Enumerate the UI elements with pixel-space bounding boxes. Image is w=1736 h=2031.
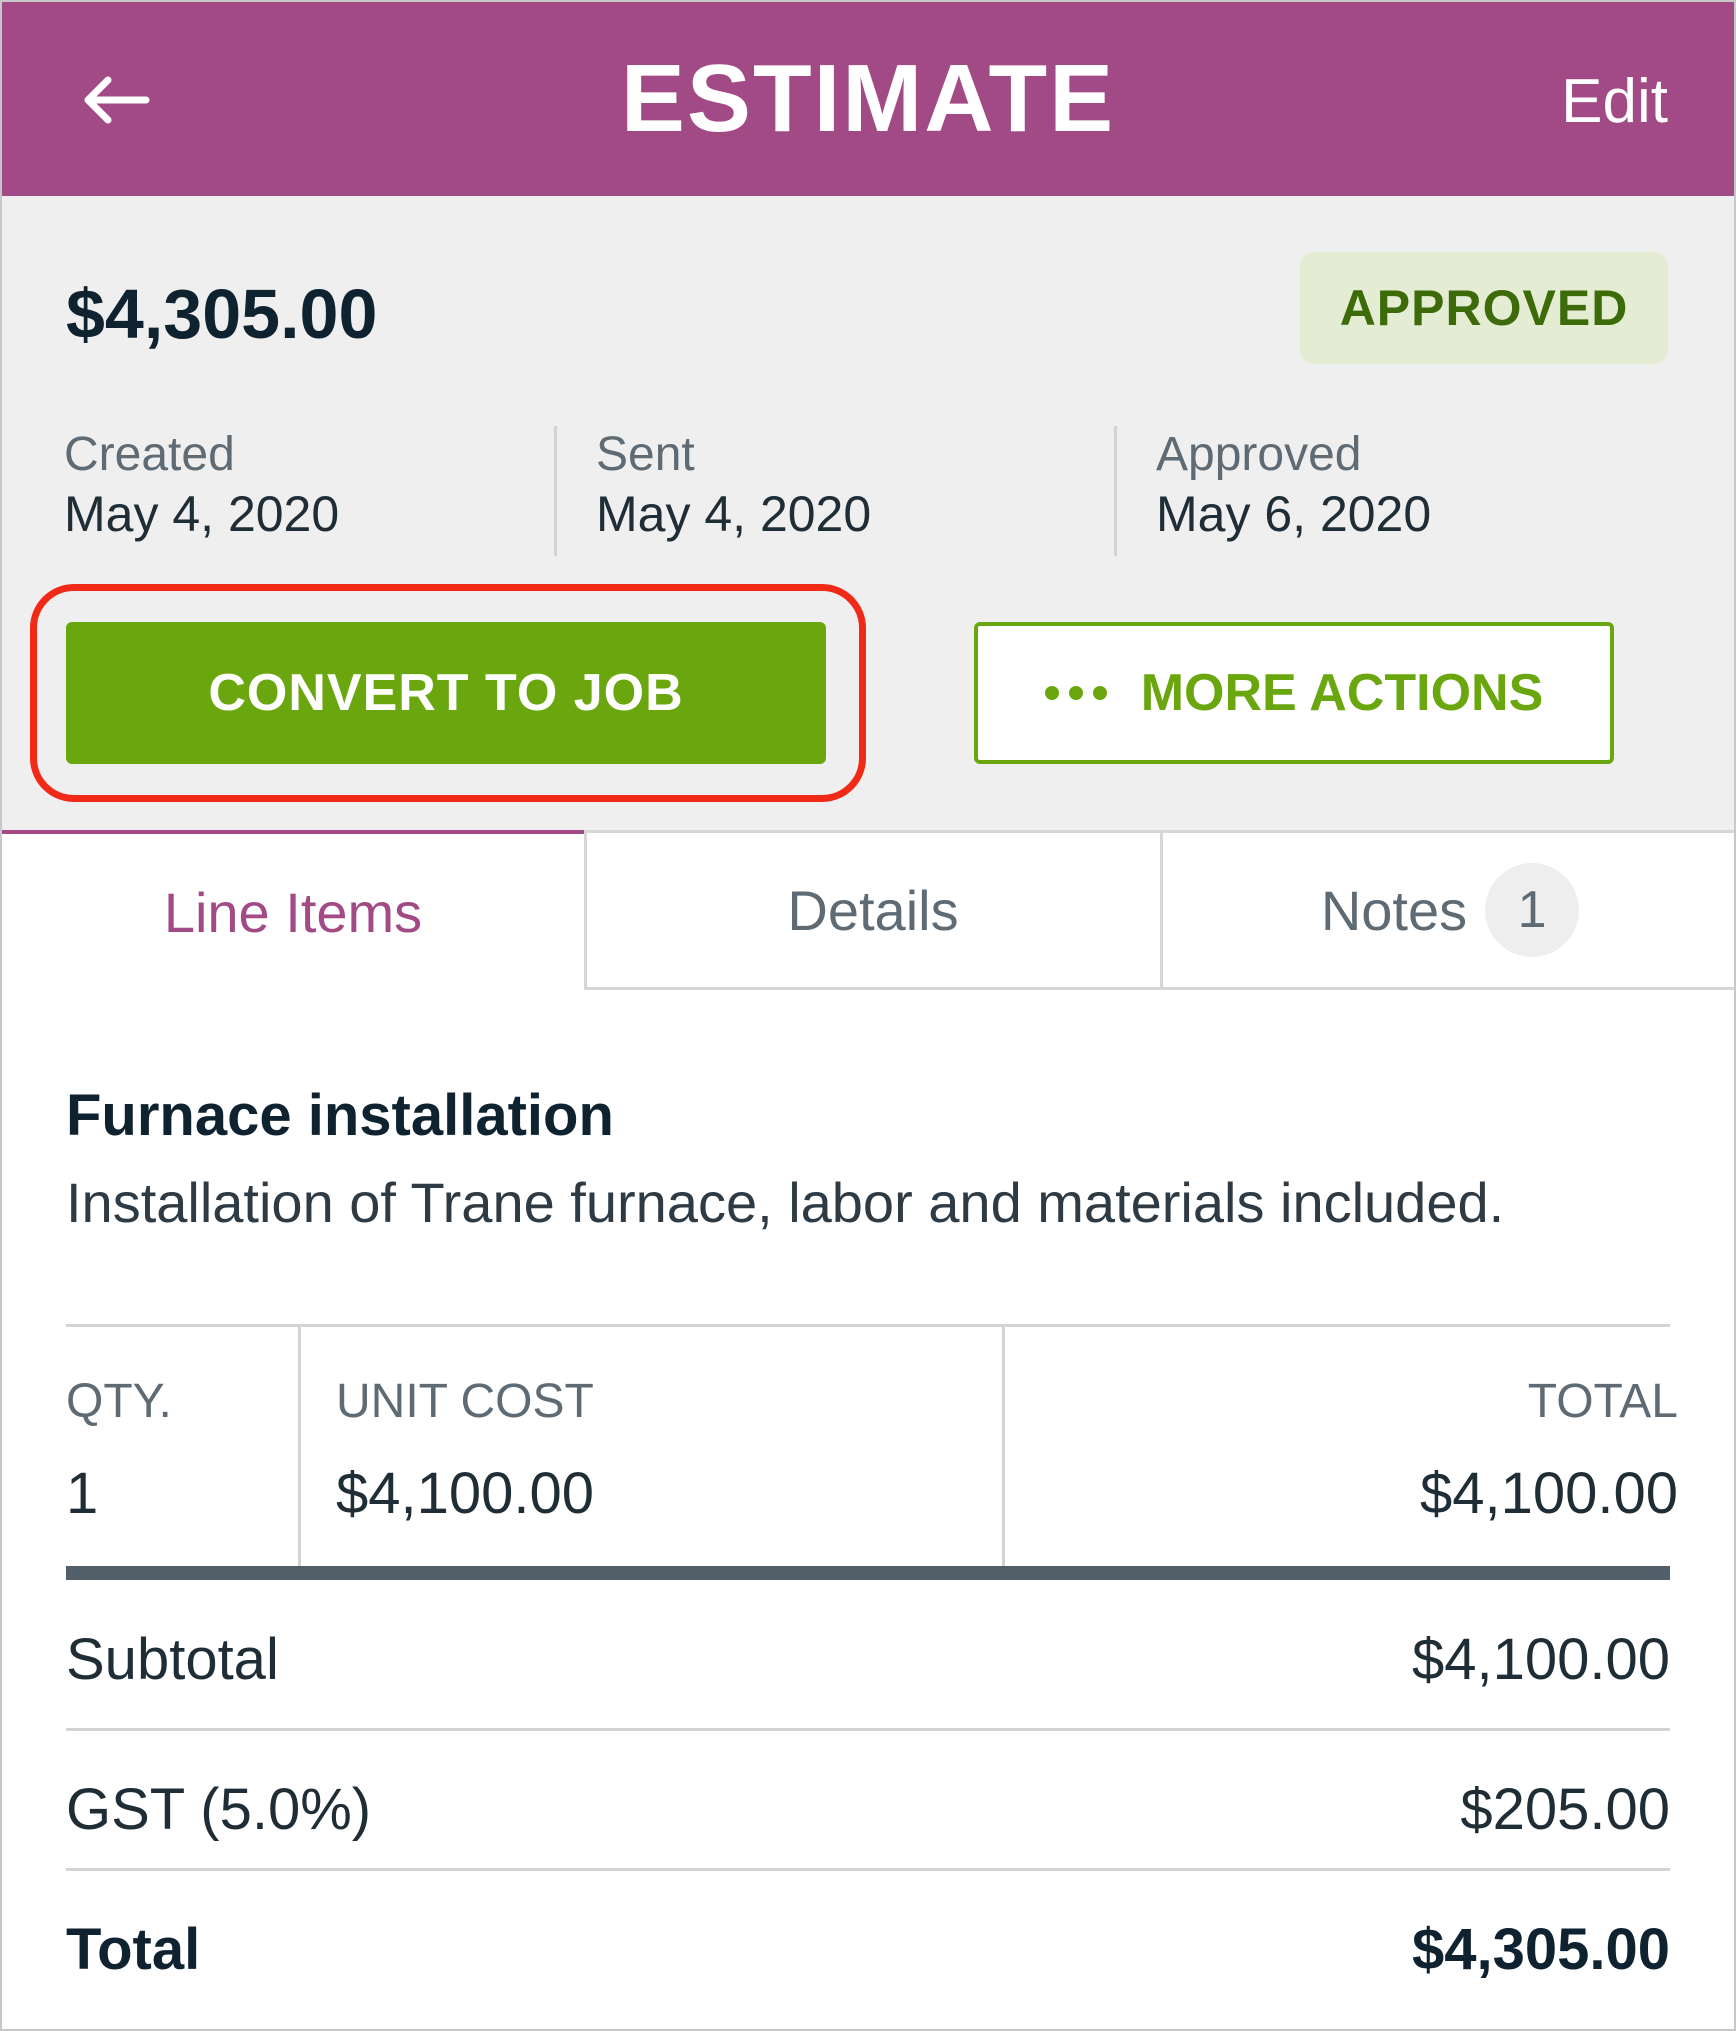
unit-cost-header: UNIT COST <box>336 1375 594 1428</box>
table-bottom-rule <box>66 1566 1670 1580</box>
page-title: ESTIMATE <box>620 45 1116 152</box>
tab-label: Details <box>787 878 959 942</box>
edit-button[interactable]: Edit <box>1561 62 1668 142</box>
table-column-divider <box>298 1327 301 1566</box>
estimate-summary: $4,305.00 APPROVED Created May 4, 2020 S… <box>2 196 1734 830</box>
line-item-description: Installation of Trane furnace, labor and… <box>66 1171 1505 1234</box>
date-divider <box>554 426 557 556</box>
date-divider <box>1114 426 1117 556</box>
total-label: Total <box>66 1917 201 1982</box>
date-approved: Approved May 6, 2020 <box>1156 426 1431 556</box>
tab-top-border <box>584 830 1734 833</box>
date-sent: Sent May 4, 2020 <box>596 426 871 556</box>
notes-count-badge: 1 <box>1485 863 1580 957</box>
table-top-border <box>66 1324 1670 1327</box>
tab-label: Notes <box>1320 878 1468 942</box>
subtotal-row: Subtotal $4,100.00 <box>66 1626 1670 1756</box>
tab-bottom-border <box>584 987 1734 990</box>
date-value: May 4, 2020 <box>64 486 340 542</box>
more-dots-icon <box>1044 686 1107 700</box>
tax-row: GST (5.0%) $205.00 <box>66 1776 1670 1906</box>
unit-cost-value: $4,100.00 <box>336 1461 595 1526</box>
date-value: May 6, 2020 <box>1156 486 1432 542</box>
date-created: Created May 4, 2020 <box>64 426 339 556</box>
subtotal-label: Subtotal <box>66 1627 279 1692</box>
tab-divider <box>584 830 587 990</box>
tab-divider <box>1160 830 1163 990</box>
date-label: Approved <box>1156 428 1362 481</box>
tab-label: Line Items <box>163 880 423 944</box>
qty-header: QTY. <box>66 1375 172 1428</box>
date-label: Created <box>64 428 235 481</box>
tax-value: $205.00 <box>1460 1777 1670 1842</box>
summary-divider <box>66 1868 1670 1871</box>
summary-divider <box>66 1728 1670 1731</box>
tax-label: GST (5.0%) <box>66 1777 372 1842</box>
convert-to-job-button[interactable]: CONVERT TO JOB <box>66 622 826 764</box>
more-actions-button[interactable]: MORE ACTIONS <box>974 622 1614 764</box>
tab-details[interactable]: Details <box>584 830 1162 990</box>
dates-row: Created May 4, 2020 Sent May 4, 2020 App… <box>2 426 1734 556</box>
estimate-amount: $4,305.00 <box>66 275 378 353</box>
subtotal-value: $4,100.00 <box>1411 1627 1670 1692</box>
date-label: Sent <box>596 428 695 481</box>
status-badge: APPROVED <box>1300 252 1668 364</box>
total-header: TOTAL <box>1527 1375 1678 1428</box>
date-value: May 4, 2020 <box>596 486 872 542</box>
line-item-table: QTY. UNIT COST TOTAL 1 $4,100.00 $4,100.… <box>66 1324 1678 1580</box>
total-value: $4,305.00 <box>1411 1917 1670 1982</box>
top-bar: ESTIMATE Edit <box>2 2 1734 196</box>
total-row: Total $4,305.00 <box>66 1916 1670 2029</box>
tab-line-items[interactable]: Line Items <box>2 830 584 990</box>
table-column-divider <box>1002 1327 1005 1566</box>
line-total-value: $4,100.00 <box>1419 1461 1678 1526</box>
line-item-name: Furnace installation <box>66 1083 614 1148</box>
tab-bar: Line Items Details Notes 1 <box>2 830 1734 990</box>
qty-value: 1 <box>66 1461 99 1526</box>
estimate-screen: ESTIMATE Edit $4,305.00 APPROVED Created… <box>0 0 1736 2031</box>
more-actions-label: MORE ACTIONS <box>1140 664 1544 722</box>
tab-notes[interactable]: Notes 1 <box>1162 830 1734 990</box>
